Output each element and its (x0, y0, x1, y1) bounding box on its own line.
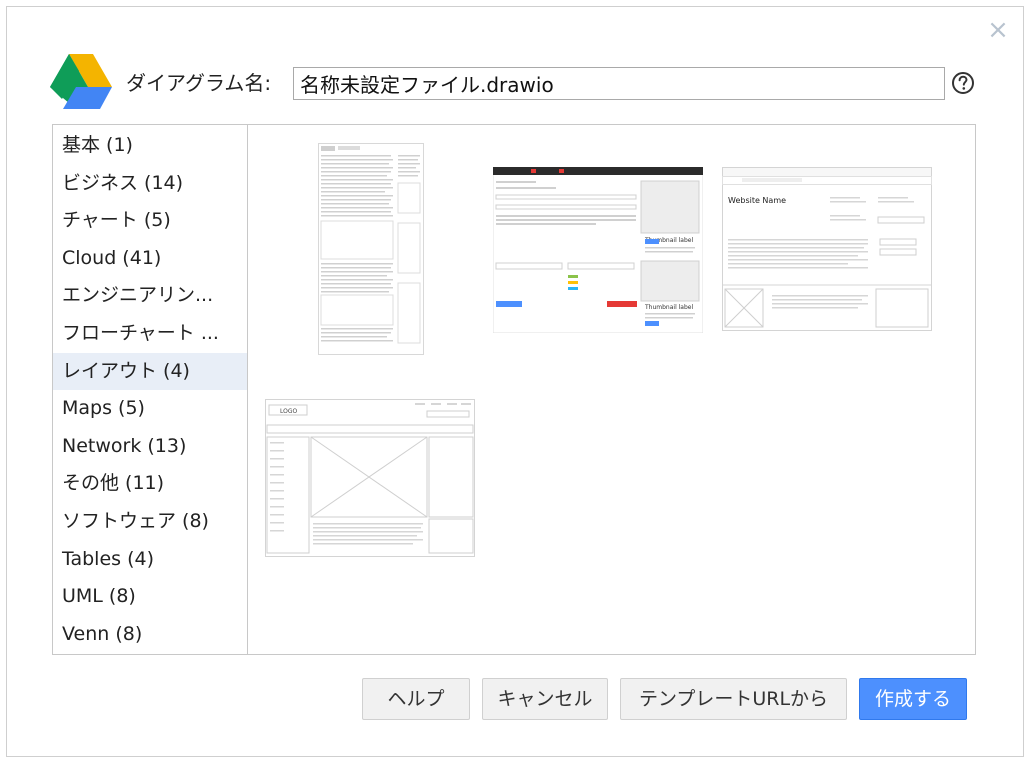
template-panel: 基本 (1) ビジネス (14) チャート (5) Cloud (41) エンジニアリン… (52, 124, 976, 655)
category-item[interactable]: フローチャート ... (53, 315, 247, 353)
category-item[interactable]: その他 (11) (53, 465, 247, 503)
category-item[interactable]: Cloud (41) (53, 240, 247, 278)
category-item[interactable]: Venn (8) (53, 616, 247, 654)
category-item[interactable]: ビジネス (14) (53, 165, 247, 203)
category-list: 基本 (1) ビジネス (14) チャート (5) Cloud (41) エンジニアリン… (53, 125, 248, 654)
category-item[interactable]: エンジニアリン... (53, 277, 247, 315)
logo-text: LOGO (280, 408, 298, 415)
category-item[interactable]: Network (13) (53, 428, 247, 466)
category-item[interactable]: 基本 (1) (53, 127, 247, 165)
category-item[interactable]: ソフトウェア (8) (53, 503, 247, 541)
help-button[interactable]: ヘルプ (362, 678, 470, 720)
template-url-button[interactable]: テンプレートURLから (620, 678, 847, 720)
category-item[interactable]: Tables (4) (53, 541, 247, 579)
template-grid: Thumbnail label Thumbnail label Website … (248, 125, 975, 654)
cancel-button[interactable]: キャンセル (482, 678, 608, 720)
category-item[interactable]: Maps (5) (53, 390, 247, 428)
close-icon[interactable]: × (986, 17, 1010, 43)
template-thumbnail-form[interactable]: Thumbnail label Thumbnail label (493, 167, 703, 333)
category-item[interactable]: UML (8) (53, 578, 247, 616)
category-item[interactable]: レイアウト (4) (53, 352, 247, 391)
template-thumbnail-document[interactable] (318, 143, 424, 355)
svg-text:Website Name: Website Name (728, 196, 786, 205)
google-drive-logo-icon (50, 54, 112, 109)
diagram-name-label: ダイアグラム名: (126, 71, 272, 95)
diagram-name-input[interactable] (293, 67, 945, 100)
template-thumbnail-website[interactable]: Website Name (722, 167, 932, 331)
svg-text:Thumbnail label: Thumbnail label (644, 304, 693, 311)
create-button[interactable]: 作成する (859, 678, 967, 720)
category-item[interactable]: チャート (5) (53, 202, 247, 240)
template-thumbnail-page[interactable]: LOGO (265, 399, 475, 557)
question-circle-icon[interactable] (951, 71, 975, 95)
